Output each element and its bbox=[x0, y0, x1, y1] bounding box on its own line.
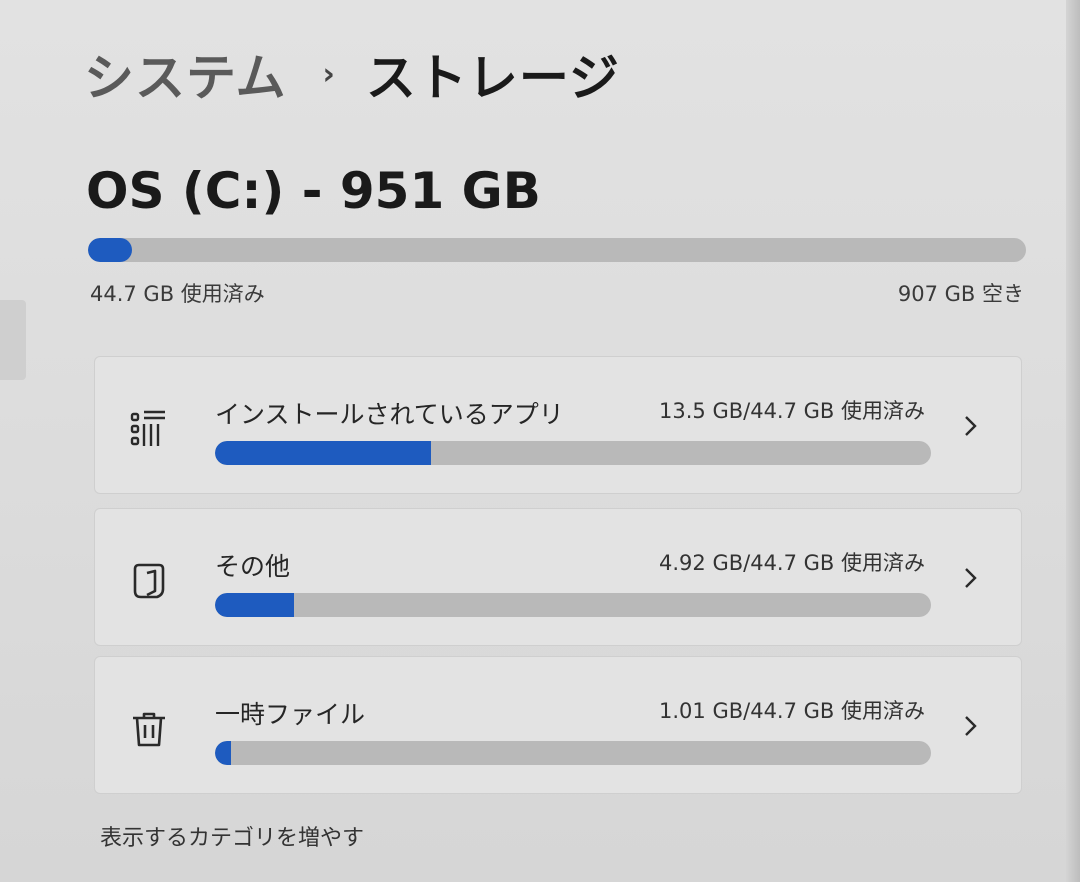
category-installed-apps[interactable]: インストールされているアプリ 13.5 GB/44.7 GB 使用済み bbox=[94, 356, 1022, 494]
show-more-categories-link[interactable]: 表示するカテゴリを増やす bbox=[100, 820, 364, 852]
breadcrumb-system-link[interactable]: システム bbox=[84, 38, 287, 110]
category-name: 一時ファイル bbox=[215, 700, 366, 729]
category-usage: 13.5 GB/44.7 GB 使用済み bbox=[659, 399, 925, 423]
apps-list-icon bbox=[129, 409, 169, 449]
breadcrumb-separator: › bbox=[322, 56, 336, 92]
category-usage: 1.01 GB/44.7 GB 使用済み bbox=[659, 699, 925, 723]
category-usage-fill bbox=[215, 441, 432, 465]
scrollbar[interactable] bbox=[1066, 0, 1080, 882]
chevron-right-icon bbox=[961, 711, 981, 741]
storage-settings-page: システム › ストレージ OS (C:) - 951 GB 44.7 GB 使用… bbox=[0, 0, 1080, 882]
category-usage-fill bbox=[215, 741, 232, 765]
drive-used-label: 44.7 GB 使用済み bbox=[90, 282, 265, 306]
page-title: ストレージ bbox=[365, 49, 620, 107]
category-usage-fill bbox=[215, 593, 294, 617]
category-usage-bar bbox=[215, 441, 931, 465]
category-usage: 4.92 GB/44.7 GB 使用済み bbox=[659, 551, 925, 575]
drive-title: OS (C:) - 951 GB bbox=[86, 162, 541, 220]
trash-icon bbox=[129, 709, 169, 749]
category-temp-files[interactable]: 一時ファイル 1.01 GB/44.7 GB 使用済み bbox=[94, 656, 1022, 794]
category-usage-bar bbox=[215, 741, 931, 765]
category-usage-bar bbox=[215, 593, 931, 617]
chevron-right-icon bbox=[961, 563, 981, 593]
drive-free-label: 907 GB 空き bbox=[897, 282, 1024, 306]
breadcrumb: システム › ストレージ bbox=[84, 38, 620, 110]
category-name: その他 bbox=[215, 552, 291, 581]
drive-usage-bar bbox=[88, 238, 1026, 262]
window-edge bbox=[0, 300, 26, 380]
category-name: インストールされているアプリ bbox=[215, 400, 564, 429]
chevron-right-icon bbox=[961, 411, 981, 441]
other-documents-icon bbox=[129, 561, 169, 601]
drive-usage-fill bbox=[88, 238, 133, 262]
category-other[interactable]: その他 4.92 GB/44.7 GB 使用済み bbox=[94, 508, 1022, 646]
